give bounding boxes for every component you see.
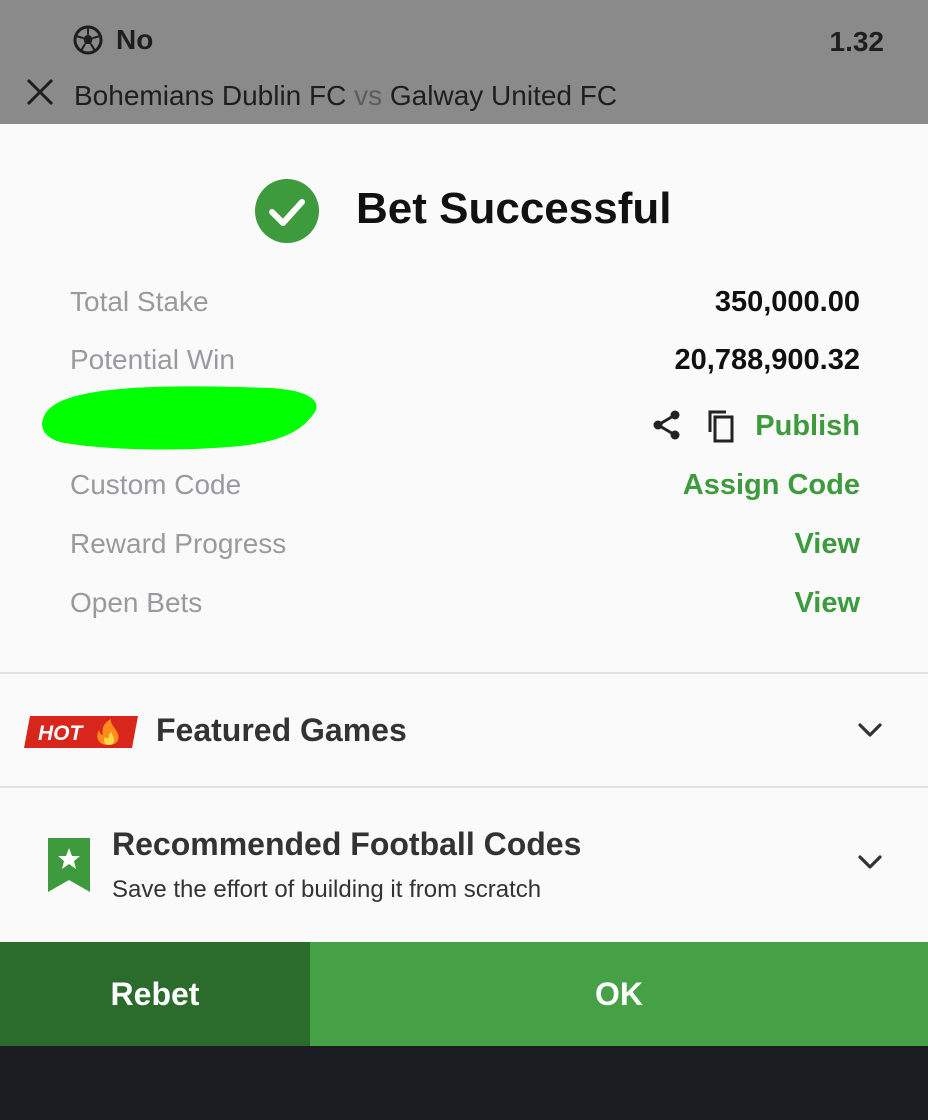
reward-progress-label: Reward Progress	[70, 528, 287, 559]
hot-badge: HOT	[24, 716, 138, 748]
share-icon[interactable]	[650, 408, 684, 442]
bet-selection-row: No	[72, 24, 153, 56]
chevron-down-icon[interactable]	[856, 716, 884, 744]
bookmark-star-icon	[48, 838, 90, 892]
assign-code-link[interactable]: Assign Code	[683, 469, 860, 502]
page: No 1.32 Bohemians Dublin FC vs Galway Un…	[0, 0, 928, 1120]
booking-code-row: Publish	[40, 380, 860, 450]
custom-code-row: Custom Code Assign Code	[70, 469, 860, 509]
reward-progress-row: Reward Progress View	[70, 528, 860, 568]
recommended-codes-title: Recommended Football Codes	[112, 826, 582, 862]
recommended-codes-section[interactable]: Recommended Football Codes Save the effo…	[0, 788, 928, 942]
hot-badge-label: HOT	[38, 722, 85, 745]
bottom-safe-area	[0, 1046, 928, 1120]
reward-progress-view-link[interactable]: View	[794, 528, 860, 561]
action-bar: Rebet OK	[0, 942, 928, 1046]
ok-button[interactable]: OK	[310, 942, 928, 1046]
bet-odds: 1.32	[829, 26, 885, 57]
custom-code-label: Custom Code	[70, 469, 242, 500]
bet-success-sheet: Bet Successful Total Stake 350,000.00 Po…	[0, 124, 928, 942]
background-bet-slip[interactable]: No 1.32 Bohemians Dublin FC vs Galway Un…	[0, 0, 928, 124]
redaction-mark	[42, 386, 317, 450]
recommended-codes-subtitle: Save the effort of building it from scra…	[112, 876, 542, 903]
rebet-button[interactable]: Rebet	[0, 942, 310, 1046]
success-title: Bet Successful	[356, 184, 672, 233]
open-bets-view-link[interactable]: View	[794, 587, 860, 620]
vs-label: vs	[354, 80, 383, 111]
featured-games-title: Featured Games	[156, 712, 407, 748]
chevron-down-icon[interactable]	[856, 848, 884, 876]
potential-win-value: 20,788,900.32	[674, 344, 860, 376]
copy-icon[interactable]	[704, 408, 738, 444]
open-bets-label: Open Bets	[70, 587, 203, 618]
total-stake-label: Total Stake	[70, 286, 209, 317]
potential-win-label: Potential Win	[70, 344, 235, 375]
football-icon	[73, 25, 103, 55]
potential-win-row: Potential Win 20,788,900.32	[70, 344, 860, 384]
match-name: Bohemians Dublin FC vs Galway United FC	[74, 80, 617, 112]
check-circle-icon	[255, 179, 319, 243]
publish-link[interactable]: Publish	[755, 410, 860, 443]
total-stake-value: 350,000.00	[714, 286, 860, 318]
home-team: Bohemians Dublin FC	[74, 80, 347, 111]
total-stake-row: Total Stake 350,000.00	[70, 286, 860, 326]
featured-games-section[interactable]: HOT Featured Games	[0, 674, 928, 786]
away-team: Galway United FC	[389, 80, 618, 111]
open-bets-row: Open Bets View	[70, 587, 860, 627]
close-icon[interactable]	[24, 76, 56, 108]
bet-selection: No	[116, 24, 154, 55]
success-header: Bet Successful	[0, 176, 928, 246]
